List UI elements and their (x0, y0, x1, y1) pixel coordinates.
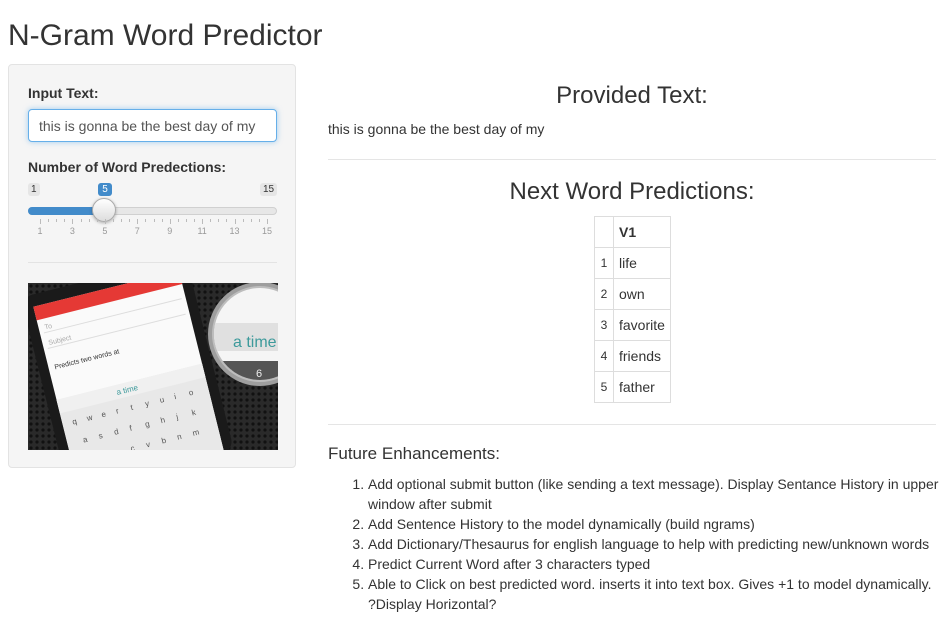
slider-tick (234, 219, 236, 224)
slider-minor-tick (250, 219, 252, 222)
slider-label: Number of Word Predections: (28, 159, 227, 175)
table-row-value: life (613, 247, 671, 279)
slider-minor-tick (226, 219, 228, 222)
sidebar-divider (28, 262, 277, 263)
slider-minor-tick (96, 219, 98, 222)
slider-tick-label: 15 (261, 226, 272, 236)
slider-minor-tick (80, 219, 82, 222)
main-divider-1 (328, 159, 936, 160)
page-title: N-Gram Word Predictor (8, 19, 323, 52)
phone-keyboard-image: To Subject Predicts two words at a time … (28, 283, 278, 450)
slider-minor-tick (161, 219, 163, 222)
slider-tick-label: 11 (197, 226, 207, 236)
table-row-index: 3 (594, 309, 614, 341)
slider-minor-tick (185, 219, 187, 222)
table-row-value: friends (613, 340, 671, 372)
table-row-value: father (613, 371, 671, 403)
list-item: Able to Click on best predicted word. in… (368, 574, 940, 614)
sidebar-panel: Input Text: Number of Word Predections: … (8, 64, 296, 468)
table-row: 5 father (594, 371, 671, 403)
slider-minor-tick (129, 219, 131, 222)
table-row-value: own (613, 278, 671, 310)
magnifier-number-3: 6 (256, 368, 262, 380)
future-enhancements-heading: Future Enhancements: (328, 444, 500, 463)
slider-tick (169, 219, 171, 224)
slider-minor-tick (112, 219, 114, 222)
table-row-index: 2 (594, 278, 614, 310)
slider-minor-tick (121, 219, 123, 222)
input-text-field[interactable] (28, 109, 277, 142)
slider-tick (202, 219, 204, 224)
slider-minor-tick (88, 219, 90, 222)
list-item: Add Dictionary/Thesaurus for english lan… (368, 534, 940, 554)
input-text-label: Input Text: (28, 85, 99, 101)
slider-max-label: 15 (260, 183, 278, 196)
provided-text-heading: Provided Text: (556, 82, 708, 109)
slider-minor-tick (210, 219, 212, 222)
slider-tick-label: 1 (37, 226, 43, 236)
slider-minor-tick (153, 219, 155, 222)
slider-tick-label: 7 (134, 226, 140, 236)
slider-minor-tick (218, 219, 220, 222)
slider-tick (40, 219, 41, 224)
future-enhancements-list: Add optional submit button (like sending… (328, 474, 940, 614)
slider-value-label: 5 (98, 183, 112, 196)
slider-minor-tick (56, 219, 58, 222)
table-header-row: V1 (594, 216, 671, 248)
table-row: 4 friends (594, 340, 671, 372)
slider-tick (267, 219, 268, 224)
slider-minor-tick (242, 219, 244, 222)
provided-text-value: this is gonna be the best day of my (328, 121, 545, 137)
slider-tick (72, 219, 74, 224)
slider-minor-tick (177, 219, 179, 222)
slider-minor-tick (194, 219, 196, 222)
slider-tick-label: 5 (102, 226, 108, 236)
table-row: 1 life (594, 247, 671, 279)
magnifier-text: a time (233, 334, 277, 351)
slider-min-label: 1 (28, 183, 40, 196)
slider-tick-label: 9 (167, 226, 173, 236)
table-index-header (594, 216, 614, 248)
table-row-value: favorite (613, 309, 671, 341)
slider-tick (137, 219, 139, 224)
slider-tick-label: 3 (69, 226, 75, 236)
table-row-index: 5 (594, 371, 614, 403)
list-item: Add Sentence History to the model dynami… (368, 514, 940, 534)
table-row-index: 1 (594, 247, 614, 279)
slider-tick (104, 219, 106, 224)
slider-minor-tick (64, 219, 66, 222)
table-row: 2 own (594, 278, 671, 310)
predictions-heading: Next Word Predictions: (509, 178, 755, 205)
main-divider-2 (328, 424, 936, 425)
list-item: Predict Current Word after 3 characters … (368, 554, 940, 574)
slider-minor-tick (145, 219, 147, 222)
slider-minor-tick (258, 219, 260, 222)
table-row: 3 favorite (594, 309, 671, 341)
table-row-index: 4 (594, 340, 614, 372)
table-column-header: V1 (613, 216, 671, 248)
list-item: Add optional submit button (like sending… (368, 474, 940, 514)
predictions-table: V1 1 life 2 own 3 favorite 4 friends 5 father (594, 216, 671, 403)
slider-tick-label: 13 (229, 226, 240, 236)
slider-minor-tick (48, 219, 50, 222)
